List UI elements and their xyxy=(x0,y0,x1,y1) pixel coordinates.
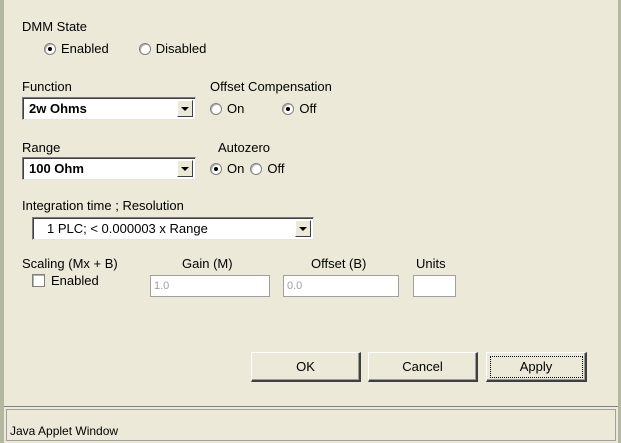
radio-unselected-icon xyxy=(250,162,263,175)
chevron-down-icon xyxy=(181,166,189,171)
apply-button[interactable]: Apply xyxy=(486,352,587,382)
radio-selected-icon xyxy=(282,102,295,115)
range-select-value: 100 Ohm xyxy=(29,161,84,176)
scaling-label: Scaling (Mx + B) xyxy=(22,256,118,271)
offset-compensation-on-label: On xyxy=(227,101,245,116)
integration-select[interactable]: 1 PLC; < 0.000003 x Range xyxy=(32,217,314,240)
range-select[interactable]: 100 Ohm xyxy=(22,157,196,180)
function-dropdown-button[interactable] xyxy=(177,100,193,117)
units-label: Units xyxy=(416,256,446,271)
autozero-off-radio[interactable]: Off xyxy=(250,161,284,176)
cancel-button[interactable]: Cancel xyxy=(368,352,478,382)
checkbox-unchecked-icon xyxy=(32,274,45,287)
ok-button[interactable]: OK xyxy=(251,352,361,382)
gain-input[interactable]: 1.0 xyxy=(150,275,270,297)
radio-selected-icon xyxy=(44,42,56,55)
integration-select-value: 1 PLC; < 0.000003 x Range xyxy=(47,221,208,236)
status-bar-text: Java Applet Window xyxy=(10,424,119,438)
units-input[interactable] xyxy=(413,275,456,297)
dmm-state-enabled-label: Enabled xyxy=(61,41,109,56)
autozero-on-radio[interactable]: On xyxy=(210,161,244,176)
range-label: Range xyxy=(22,140,61,155)
offset-compensation-off-radio[interactable]: Off xyxy=(282,101,316,116)
integration-label: Integration time ; Resolution xyxy=(22,198,184,213)
autozero-on-label: On xyxy=(227,161,245,176)
chevron-down-icon xyxy=(299,226,307,231)
offset-compensation-radio-group: On Off xyxy=(210,101,316,116)
dmm-state-disabled-radio[interactable]: Disabled xyxy=(138,41,207,56)
radio-unselected-icon xyxy=(138,42,151,55)
scaling-enabled-label: Enabled xyxy=(51,273,99,288)
dmm-state-disabled-label: Disabled xyxy=(155,41,207,56)
scaling-enabled-checkbox[interactable]: Enabled xyxy=(32,273,99,288)
range-dropdown-button[interactable] xyxy=(177,160,193,177)
offset-compensation-off-label: Off xyxy=(299,101,317,116)
function-label: Function xyxy=(22,79,72,94)
status-bar: Java Applet Window xyxy=(4,406,618,443)
gain-label: Gain (M) xyxy=(182,256,233,271)
offset-compensation-on-radio[interactable]: On xyxy=(210,101,244,116)
dmm-state-label: DMM State xyxy=(22,19,88,34)
autozero-label: Autozero xyxy=(218,140,271,155)
radio-selected-icon xyxy=(210,162,222,175)
chevron-down-icon xyxy=(181,106,189,111)
autozero-off-label: Off xyxy=(267,161,285,176)
dmm-state-enabled-radio[interactable]: Enabled xyxy=(44,41,109,56)
autozero-radio-group: On Off xyxy=(210,161,284,176)
integration-dropdown-button[interactable] xyxy=(295,220,311,237)
offset-input[interactable]: 0.0 xyxy=(283,275,399,297)
function-select-value: 2w Ohms xyxy=(29,101,87,116)
radio-unselected-icon xyxy=(210,102,222,115)
offset-compensation-label: Offset Compensation xyxy=(210,79,332,94)
offset-label: Offset (B) xyxy=(311,256,367,271)
function-select[interactable]: 2w Ohms xyxy=(22,97,196,120)
dmm-state-radio-group: Enabled Disabled xyxy=(44,41,206,56)
